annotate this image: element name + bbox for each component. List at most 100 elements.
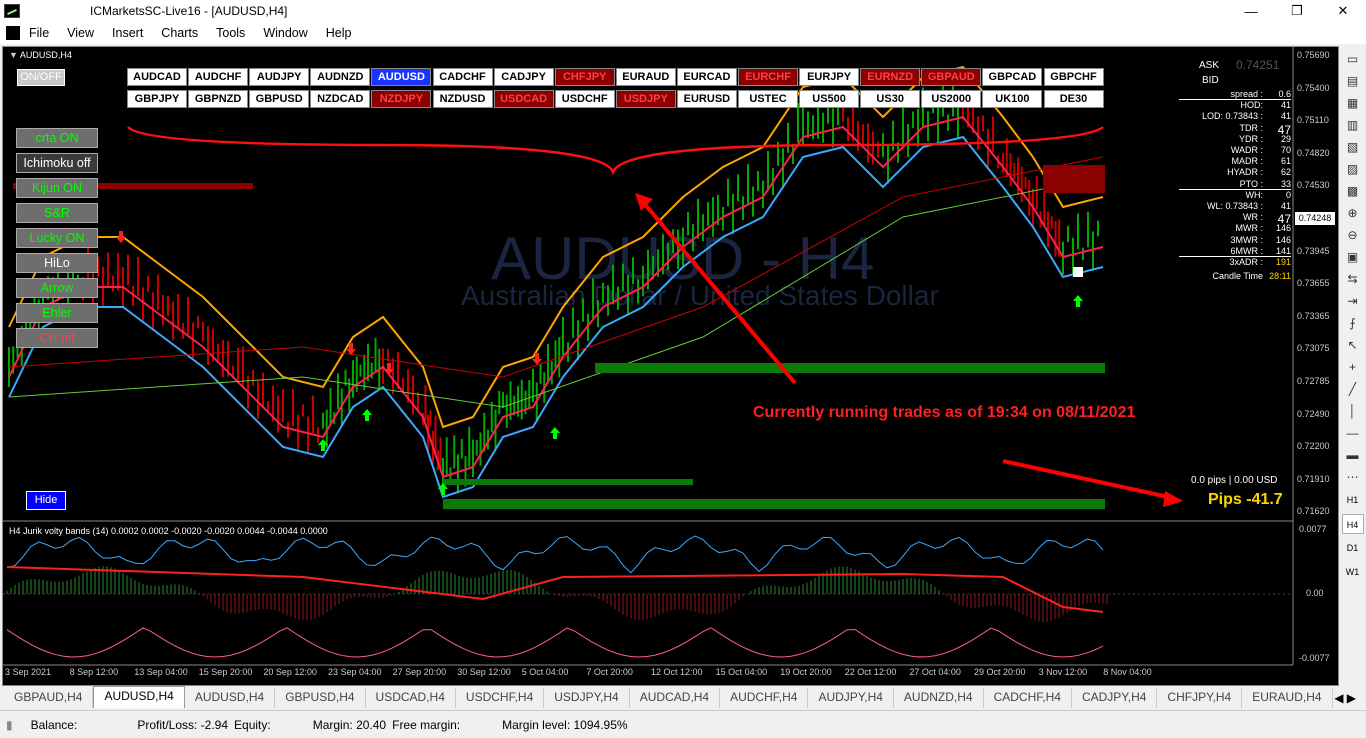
- time-tick: 12 Oct 12:00: [651, 667, 703, 677]
- symbol-button-usdchf[interactable]: USDCHF: [554, 90, 615, 108]
- symbol-button-gbpcad[interactable]: GBPCAD: [982, 68, 1043, 86]
- tile-icon[interactable]: ▣: [1343, 248, 1363, 266]
- symbol-button-de30[interactable]: DE30: [1043, 90, 1104, 108]
- chart-tab[interactable]: USDJPY,H4: [544, 688, 630, 708]
- tab-scroll-arrows[interactable]: ◀ ▶: [1334, 688, 1356, 708]
- menu-charts[interactable]: Charts: [152, 26, 207, 40]
- vertical-line-icon[interactable]: │: [1343, 402, 1363, 420]
- chart-tab[interactable]: AUDUSD,H4: [93, 686, 185, 708]
- chart-window[interactable]: AUDUSD - H4 Australian Dollar / United St…: [2, 46, 1339, 686]
- timeframe-h1[interactable]: H1: [1342, 490, 1364, 510]
- symbol-button-gbpusd[interactable]: GBPUSD: [249, 90, 310, 108]
- symbol-button-us2000[interactable]: US2000: [921, 90, 982, 108]
- symbol-button-audjpy[interactable]: AUDJPY: [249, 68, 310, 86]
- hide-button[interactable]: Hide: [26, 491, 66, 510]
- chart-tab[interactable]: AUDUSD,H4: [185, 688, 276, 708]
- timeframe-w1[interactable]: W1: [1342, 562, 1364, 582]
- info-label: HYADR :: [1227, 167, 1263, 178]
- zoom-in-icon[interactable]: ⊕: [1343, 204, 1363, 222]
- toggle-s-r[interactable]: S&R: [16, 203, 98, 223]
- scroll-icon[interactable]: ⇆: [1343, 270, 1363, 288]
- shift-icon[interactable]: ⇥: [1343, 292, 1363, 310]
- chart-tab[interactable]: CADJPY,H4: [1072, 688, 1158, 708]
- symbol-button-chfjpy[interactable]: CHFJPY: [554, 68, 615, 86]
- close-button[interactable]: ✕: [1320, 0, 1366, 22]
- chart-tab[interactable]: AUDJPY,H4: [808, 688, 894, 708]
- profiles-icon[interactable]: ▤: [1343, 72, 1363, 90]
- symbol-button-audusd[interactable]: AUDUSD: [371, 68, 432, 86]
- chart-tab[interactable]: EURAUD,H4: [1242, 688, 1333, 708]
- text-icon[interactable]: ⋯: [1343, 468, 1363, 486]
- menu-tools[interactable]: Tools: [207, 26, 254, 40]
- chart-tab[interactable]: GBPAUD,H4: [4, 688, 94, 708]
- timeframe-h4[interactable]: H4: [1341, 514, 1364, 534]
- chart-tab[interactable]: CHFJPY,H4: [1157, 688, 1243, 708]
- chart-canvas[interactable]: AUDUSD - H4Australian Dollar / United St…: [3, 47, 1339, 686]
- symbol-button-eurchf[interactable]: EURCHF: [738, 68, 798, 86]
- data-window-icon[interactable]: ▥: [1343, 116, 1363, 134]
- symbol-button-usdcad[interactable]: USDCAD: [493, 90, 554, 108]
- symbol-button-eurcad[interactable]: EURCAD: [676, 68, 737, 86]
- symbol-button-audchf[interactable]: AUDCHF: [188, 68, 249, 86]
- chart-tab[interactable]: AUDCHF,H4: [720, 688, 809, 708]
- symbol-button-cadjpy[interactable]: CADJPY: [493, 68, 554, 86]
- chart-tab[interactable]: AUDNZD,H4: [894, 688, 984, 708]
- chart-tab[interactable]: USDCHF,H4: [456, 688, 545, 708]
- chart-tab[interactable]: CADCHF,H4: [984, 688, 1072, 708]
- strategy-tester-icon[interactable]: ▩: [1343, 182, 1363, 200]
- symbol-button-euraud[interactable]: EURAUD: [615, 68, 676, 86]
- symbol-button-ustec[interactable]: USTEC: [738, 90, 798, 108]
- menu-file[interactable]: File: [20, 26, 58, 40]
- symbol-button-nzdusd[interactable]: NZDUSD: [432, 90, 493, 108]
- symbol-button-us500[interactable]: US500: [799, 90, 860, 108]
- toggle-ichimoku-off[interactable]: Ichimoku off: [16, 153, 98, 173]
- symbol-button-gbpnzd[interactable]: GBPNZD: [188, 90, 249, 108]
- zoom-out-icon[interactable]: ⊖: [1343, 226, 1363, 244]
- crosshair-icon[interactable]: +: [1343, 358, 1363, 376]
- menu-window[interactable]: Window: [254, 26, 316, 40]
- symbol-button-us30[interactable]: US30: [860, 90, 921, 108]
- on-off-button[interactable]: ON/OFF: [17, 69, 65, 86]
- toggle-kijun-on[interactable]: Kijun ON: [16, 178, 98, 198]
- menu-help[interactable]: Help: [317, 26, 361, 40]
- minimize-button[interactable]: —: [1228, 0, 1274, 22]
- toggle-ch-off[interactable]: CH off: [16, 328, 98, 348]
- toggle-hilo[interactable]: HiLo: [16, 253, 98, 273]
- navigator-icon[interactable]: ▧: [1343, 138, 1363, 156]
- toggle-ehler[interactable]: Ehler: [16, 303, 98, 323]
- symbol-button-gbpjpy[interactable]: GBPJPY: [127, 90, 187, 108]
- symbol-button-eurnzd[interactable]: EURNZD: [860, 68, 921, 86]
- rectangle-icon[interactable]: ▬: [1343, 446, 1363, 464]
- indicators-icon[interactable]: ⨍: [1343, 314, 1363, 332]
- info-label: 3MWR :: [1230, 234, 1264, 245]
- symbol-button-usdjpy[interactable]: USDJPY: [615, 90, 676, 108]
- restore-button[interactable]: ❐: [1274, 0, 1320, 22]
- trendline-icon[interactable]: ╱: [1343, 380, 1363, 398]
- symbol-button-cadchf[interactable]: CADCHF: [432, 68, 493, 86]
- toggle-lucky-on[interactable]: Lucky ON: [16, 228, 98, 248]
- symbol-button-audnzd[interactable]: AUDNZD: [310, 68, 371, 86]
- toggle-crta-on[interactable]: crta ON: [16, 128, 98, 148]
- chart-tab[interactable]: AUDCAD,H4: [630, 688, 721, 708]
- new-chart-icon[interactable]: ▭: [1343, 50, 1363, 68]
- cursor-icon[interactable]: ↖: [1343, 336, 1363, 354]
- symbol-button-nzdjpy[interactable]: NZDJPY: [371, 90, 432, 108]
- symbol-button-gbpchf[interactable]: GBPCHF: [1043, 68, 1104, 86]
- symbol-button-audcad[interactable]: AUDCAD: [127, 68, 187, 86]
- timeframe-d1[interactable]: D1: [1342, 538, 1364, 558]
- chart-tab[interactable]: GBPUSD,H4: [275, 688, 366, 708]
- symbol-button-eurusd[interactable]: EURUSD: [676, 90, 737, 108]
- market-watch-icon[interactable]: ▦: [1343, 94, 1363, 112]
- time-tick: 27 Oct 04:00: [909, 667, 961, 677]
- terminal-icon[interactable]: ▨: [1343, 160, 1363, 178]
- toggle-arrow[interactable]: Arrow: [16, 278, 98, 298]
- menu-insert[interactable]: Insert: [103, 26, 152, 40]
- symbol-button-gbpaud[interactable]: GBPAUD: [921, 68, 982, 86]
- symbol-button-uk100[interactable]: UK100: [982, 90, 1043, 108]
- symbol-button-nzdcad[interactable]: NZDCAD: [310, 90, 371, 108]
- horizontal-line-icon[interactable]: —: [1343, 424, 1363, 442]
- time-tick: 8 Sep 12:00: [69, 667, 119, 677]
- chart-tab[interactable]: USDCAD,H4: [366, 688, 456, 708]
- symbol-button-eurjpy[interactable]: EURJPY: [799, 68, 860, 86]
- menu-view[interactable]: View: [58, 26, 103, 40]
